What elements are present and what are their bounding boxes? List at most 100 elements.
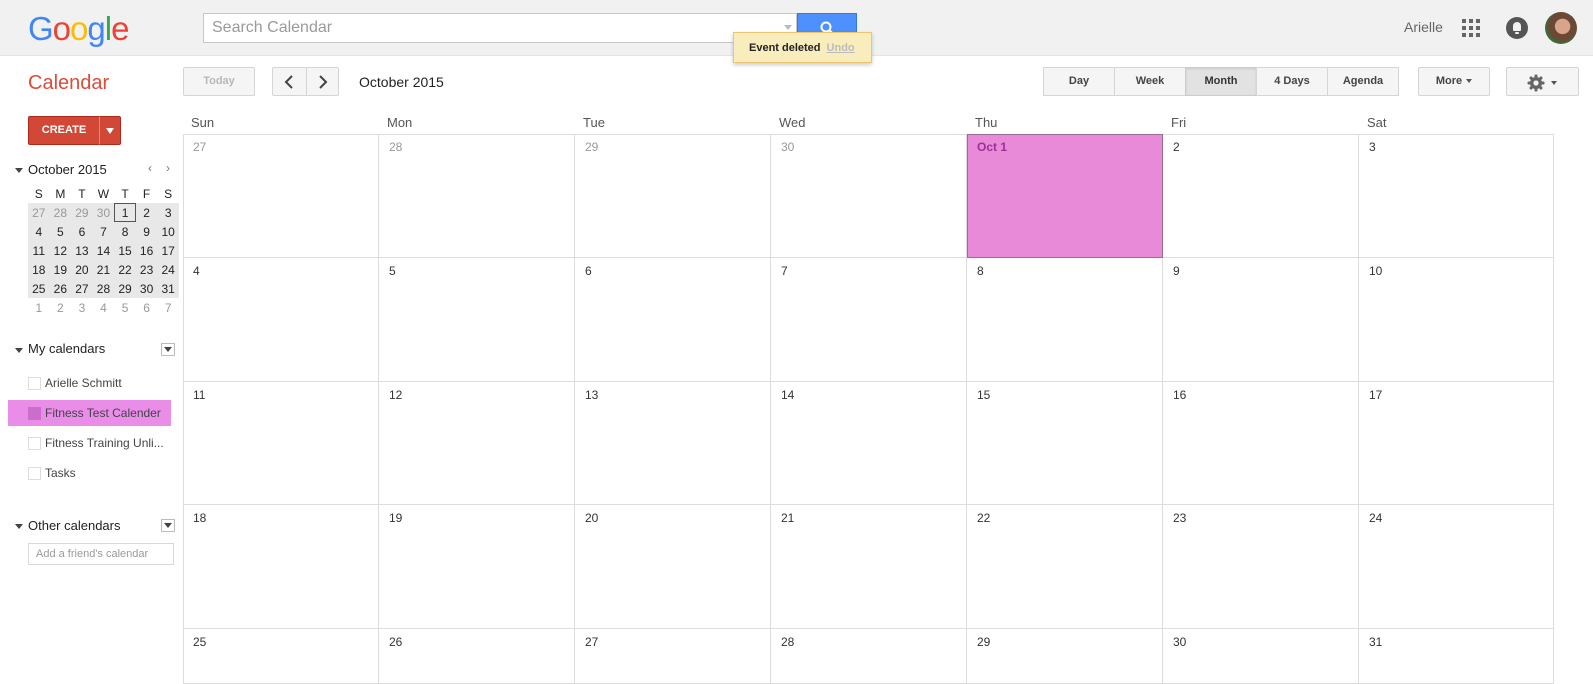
day-number[interactable]: 17 bbox=[1369, 388, 1382, 402]
day-number[interactable]: 30 bbox=[1173, 635, 1186, 649]
day-cell[interactable]: 31 bbox=[1359, 629, 1554, 684]
mini-day[interactable]: 29 bbox=[71, 203, 93, 222]
day-number[interactable]: 25 bbox=[193, 635, 206, 649]
day-number[interactable]: 10 bbox=[1369, 264, 1382, 278]
my-calendars-menu-button[interactable] bbox=[161, 343, 175, 356]
day-number[interactable]: 2 bbox=[1173, 140, 1180, 154]
previous-period-button[interactable] bbox=[272, 67, 307, 96]
day-number[interactable]: 9 bbox=[1173, 264, 1180, 278]
mini-day[interactable]: 20 bbox=[71, 260, 93, 279]
mini-day[interactable]: 6 bbox=[71, 222, 93, 241]
day-cell[interactable]: 29 bbox=[967, 629, 1163, 684]
day-number[interactable]: 7 bbox=[781, 264, 788, 278]
collapse-other-calendars-icon[interactable] bbox=[15, 524, 23, 529]
day-number[interactable]: 30 bbox=[781, 140, 794, 154]
day-number[interactable]: 23 bbox=[1173, 511, 1186, 525]
day-number[interactable]: 28 bbox=[781, 635, 794, 649]
day-number[interactable]: 26 bbox=[389, 635, 402, 649]
notifications-bell-icon[interactable] bbox=[1506, 17, 1528, 39]
mini-day[interactable]: 11 bbox=[28, 241, 50, 260]
other-calendars-title[interactable]: Other calendars bbox=[28, 518, 121, 533]
undo-link[interactable]: Undo bbox=[827, 42, 855, 54]
day-cell[interactable]: 27 bbox=[183, 134, 379, 258]
day-cell[interactable]: 28 bbox=[379, 134, 575, 258]
mini-day[interactable]: 27 bbox=[71, 279, 93, 298]
mini-day[interactable]: 1 bbox=[28, 298, 50, 317]
day-cell[interactable]: 18 bbox=[183, 505, 379, 629]
google-logo[interactable]: Google bbox=[28, 10, 129, 48]
collapse-mini-calendar-icon[interactable] bbox=[15, 168, 23, 173]
mini-day[interactable]: 8 bbox=[114, 222, 136, 241]
mini-day[interactable]: 24 bbox=[157, 260, 179, 279]
add-friend-calendar-input[interactable] bbox=[28, 543, 174, 565]
day-cell[interactable]: 21 bbox=[771, 505, 967, 629]
mini-day[interactable]: 21 bbox=[92, 260, 115, 279]
mini-day[interactable]: 31 bbox=[157, 279, 179, 298]
view-week-button[interactable]: Week bbox=[1114, 67, 1186, 96]
mini-day[interactable]: 3 bbox=[71, 298, 93, 317]
mini-day[interactable]: 4 bbox=[93, 298, 115, 317]
mini-day[interactable]: 25 bbox=[28, 279, 50, 298]
day-cell[interactable]: 14 bbox=[771, 382, 967, 505]
more-button[interactable]: More bbox=[1418, 67, 1490, 96]
mini-day[interactable]: 3 bbox=[157, 203, 179, 222]
user-name[interactable]: Arielle bbox=[1404, 19, 1443, 35]
day-cell[interactable]: 28 bbox=[771, 629, 967, 684]
mini-day[interactable]: 7 bbox=[157, 298, 179, 317]
mini-day[interactable]: 14 bbox=[92, 241, 115, 260]
day-number[interactable]: 14 bbox=[781, 388, 794, 402]
mini-day[interactable]: 5 bbox=[49, 222, 72, 241]
day-number[interactable]: 24 bbox=[1369, 511, 1382, 525]
create-dropdown-button[interactable] bbox=[99, 116, 121, 145]
day-number[interactable]: 18 bbox=[193, 511, 206, 525]
mini-day[interactable]: 27 bbox=[28, 203, 50, 222]
day-number[interactable]: 28 bbox=[389, 140, 402, 154]
view-agenda-button[interactable]: Agenda bbox=[1327, 67, 1399, 96]
day-cell[interactable]: 26 bbox=[379, 629, 575, 684]
calendar-item-tasks[interactable]: Tasks bbox=[8, 460, 171, 486]
mini-day[interactable]: 26 bbox=[49, 279, 72, 298]
mini-day[interactable]: 4 bbox=[28, 222, 50, 241]
calendar-item-arielle-schmitt[interactable]: Arielle Schmitt bbox=[8, 370, 171, 396]
day-cell[interactable]: 8 bbox=[967, 258, 1163, 382]
mini-day[interactable]: 23 bbox=[135, 260, 158, 279]
mini-calendar-prev-icon[interactable]: ‹ bbox=[148, 161, 152, 175]
day-number[interactable]: 27 bbox=[193, 140, 206, 154]
mini-day[interactable]: 12 bbox=[49, 241, 72, 260]
search-input[interactable] bbox=[204, 14, 774, 42]
search-options-dropdown-icon[interactable] bbox=[784, 25, 792, 30]
day-cell[interactable]: 10 bbox=[1359, 258, 1554, 382]
day-cell[interactable]: 30 bbox=[1163, 629, 1359, 684]
day-number[interactable]: 11 bbox=[193, 388, 205, 402]
day-cell[interactable]: 2 bbox=[1163, 134, 1359, 258]
calendar-item-fitness-training[interactable]: Fitness Training Unli... bbox=[8, 430, 171, 456]
day-cell[interactable]: 20 bbox=[575, 505, 771, 629]
day-number[interactable]: 15 bbox=[977, 388, 990, 402]
day-cell[interactable]: 13 bbox=[575, 382, 771, 505]
day-number[interactable]: 21 bbox=[781, 511, 794, 525]
calendar-color-swatch[interactable] bbox=[28, 467, 41, 480]
mini-day[interactable]: 13 bbox=[71, 241, 93, 260]
mini-day[interactable]: 19 bbox=[49, 260, 72, 279]
apps-grid-icon[interactable] bbox=[1462, 19, 1480, 37]
day-number[interactable]: 13 bbox=[585, 388, 598, 402]
day-cell[interactable]: 29 bbox=[575, 134, 771, 258]
day-cell[interactable]: 9 bbox=[1163, 258, 1359, 382]
view-day-button[interactable]: Day bbox=[1043, 67, 1115, 96]
day-cell[interactable]: 12 bbox=[379, 382, 575, 505]
day-number[interactable]: 4 bbox=[193, 264, 200, 278]
day-cell[interactable]: 30 bbox=[771, 134, 967, 258]
day-cell[interactable]: 7 bbox=[771, 258, 967, 382]
mini-day[interactable]: 16 bbox=[135, 241, 158, 260]
mini-day[interactable]: 15 bbox=[114, 241, 136, 260]
mini-day[interactable]: 22 bbox=[114, 260, 136, 279]
collapse-my-calendars-icon[interactable] bbox=[15, 348, 23, 353]
mini-day[interactable]: 5 bbox=[114, 298, 136, 317]
mini-day[interactable]: 17 bbox=[157, 241, 179, 260]
day-cell[interactable]: 27 bbox=[575, 629, 771, 684]
day-cell[interactable]: 24 bbox=[1359, 505, 1554, 629]
other-calendars-menu-button[interactable] bbox=[161, 519, 175, 532]
day-number[interactable]: 31 bbox=[1369, 635, 1382, 649]
next-period-button[interactable] bbox=[306, 67, 339, 96]
day-number[interactable]: 29 bbox=[585, 140, 598, 154]
